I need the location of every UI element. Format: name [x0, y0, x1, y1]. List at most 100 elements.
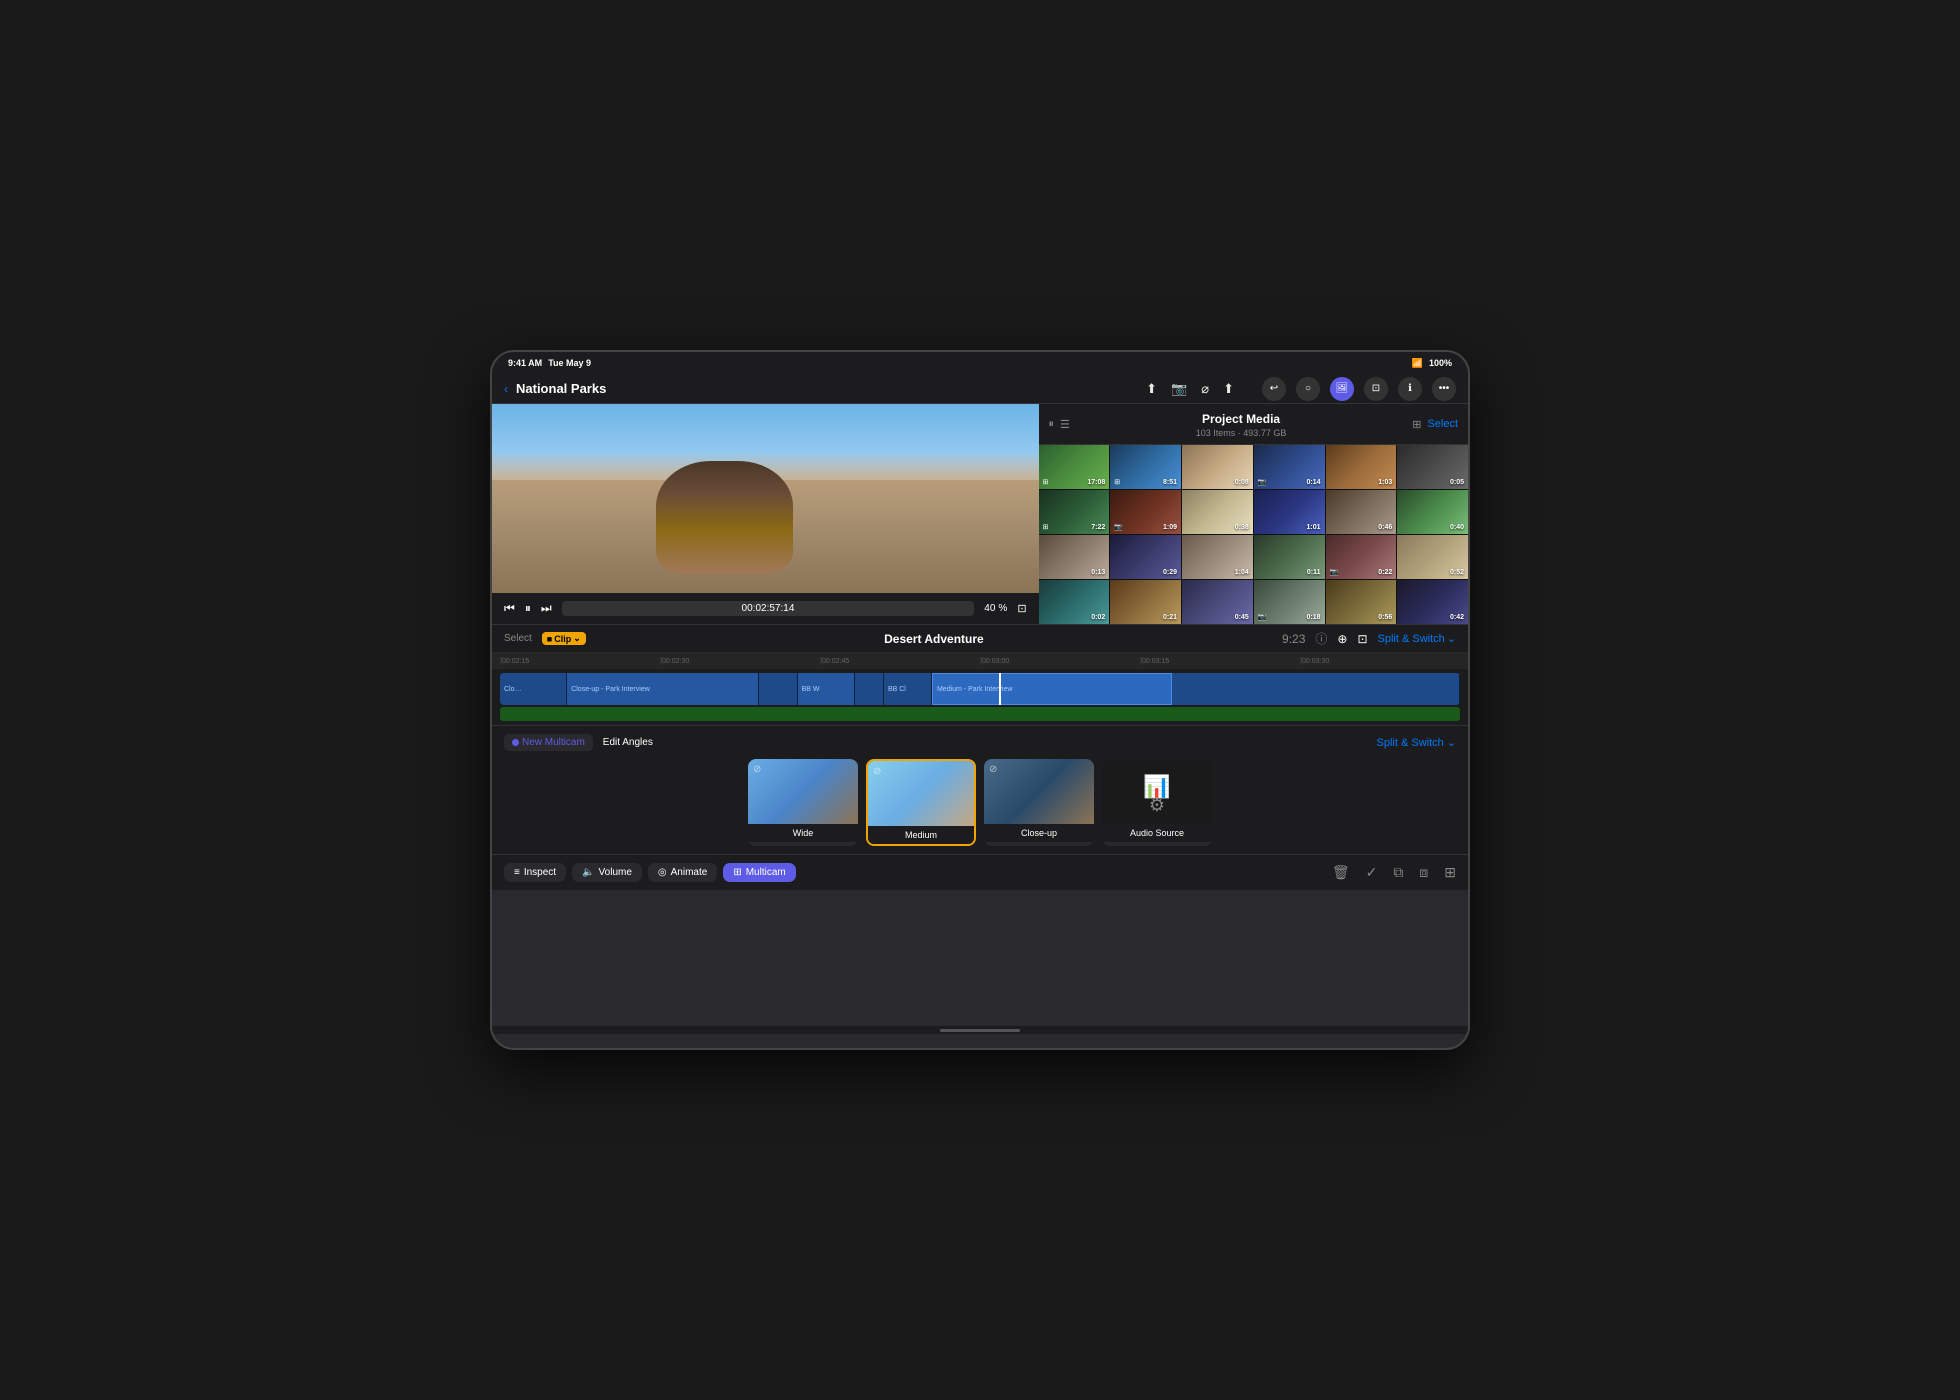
volume-icon: 🔈 [582, 867, 594, 878]
clip[interactable] [759, 673, 797, 705]
clip[interactable]: Close-up - Park Interview [567, 673, 759, 705]
inspect-label: Inspect [524, 867, 556, 878]
video-track[interactable]: Clo… Close-up - Park Interview BB W BB C… [500, 673, 1460, 705]
playhead[interactable] [999, 673, 1001, 705]
camera2-button[interactable]: ⊡ [1364, 377, 1388, 401]
layout1-button[interactable]: ⧉ [1393, 864, 1403, 881]
media-thumb[interactable]: 0:02 [1039, 580, 1110, 624]
angle-thumb-closeup: ⊘ [984, 759, 1094, 824]
timeline-tracks[interactable]: Clo… Close-up - Park Interview BB W BB C… [492, 669, 1468, 725]
select-button[interactable]: Select [1427, 418, 1458, 430]
split-switch-button[interactable]: Split & Switch ⌄ [1377, 736, 1456, 749]
media-thumb[interactable]: 0:42 [1397, 580, 1468, 624]
media-thumb[interactable]: 0:29 [1110, 535, 1181, 579]
angle-wide[interactable]: ⊘ Wide [748, 759, 858, 846]
media-thumb[interactable]: 1:01 [1254, 490, 1325, 534]
media-thumb[interactable]: 0:40 [1397, 490, 1468, 534]
cam-icon: 📷 [1330, 568, 1339, 576]
play-pause-button[interactable]: ⏸ [525, 601, 531, 616]
animate-button[interactable]: ◎ Animate [648, 863, 717, 882]
media-thumb[interactable]: ⊞ 7:22 [1039, 490, 1110, 534]
angle-audio[interactable]: 📊 ⚙ Audio Source [1102, 759, 1212, 846]
media-thumb[interactable]: 📷 1:09 [1110, 490, 1181, 534]
clip[interactable]: Clo… [500, 673, 567, 705]
media-thumb[interactable]: ⊞ 17:08 [1039, 445, 1110, 489]
media-thumb[interactable]: 0:08 [1182, 445, 1253, 489]
delete-button[interactable]: 🗑 [1332, 864, 1350, 881]
multicam-button[interactable]: ⊞ Multicam [723, 863, 795, 882]
media-thumb[interactable]: 1:04 [1182, 535, 1253, 579]
media-thumb[interactable]: 📷 0:14 [1254, 445, 1325, 489]
media-thumb[interactable]: 0:45 [1182, 580, 1253, 624]
media-title: Project Media [1202, 412, 1280, 426]
rewind-button[interactable]: ⏮ [504, 601, 515, 616]
timeline-ruler: 00:02:15 00:02:30 00:02:45 00:03:00 00:0… [492, 653, 1468, 669]
photos-button[interactable]: 🖼 [1330, 377, 1354, 401]
media-thumb[interactable]: ⊞ 8:51 [1110, 445, 1181, 489]
info-icon[interactable]: ⓘ [1315, 630, 1327, 647]
trim-icon[interactable]: ⊡ [1357, 632, 1367, 646]
media-thumb[interactable]: 📷 0:22 [1326, 535, 1397, 579]
export-button[interactable]: ⬆ [1146, 381, 1157, 397]
share-button[interactable]: ⬆ [1223, 381, 1234, 397]
media-thumb[interactable]: 0:52 [1397, 535, 1468, 579]
angle-thumb-medium: ⊘ [868, 761, 974, 826]
status-left: 9:41 AM Tue May 9 [508, 358, 591, 368]
ruler-mark: 00:03:15 [1140, 658, 1300, 665]
back-button[interactable]: ‹ [504, 382, 508, 396]
clip[interactable] [855, 673, 884, 705]
undo-button[interactable]: ○ [1296, 377, 1320, 401]
new-multicam-button[interactable]: New Multicam [504, 734, 593, 751]
video-preview[interactable]: ⏮ ⏸ ⏭ 00:02:57:14 40 % ⊡ [492, 404, 1039, 624]
media-thumb[interactable]: 0:38 [1182, 490, 1253, 534]
multicam-section: New Multicam Edit Angles Split & Switch … [492, 725, 1468, 854]
ruler-mark: 00:03:00 [980, 658, 1140, 665]
clip[interactable] [1172, 673, 1460, 705]
selected-clip[interactable]: Medium - Park Interview [932, 673, 1172, 705]
media-thumb[interactable]: 1:03 [1326, 445, 1397, 489]
checkmark-button[interactable]: ✓ [1366, 864, 1378, 881]
grid-view-button[interactable]: ⊞ [1412, 418, 1421, 431]
fit-button[interactable]: ⊡ [1017, 602, 1026, 615]
media-thumb[interactable]: 0:46 [1326, 490, 1397, 534]
clip[interactable]: BB Cl [884, 673, 932, 705]
fast-forward-button[interactable]: ⏭ [541, 601, 552, 616]
audio-track [500, 707, 1460, 721]
clip-label-text: BB Cl [888, 686, 906, 693]
duration-label: 0:29 [1163, 569, 1177, 576]
media-thumb[interactable]: 0:05 [1397, 445, 1468, 489]
timeline-section: Select ■ Clip ⌄ Desert Adventure 9:23 ⓘ … [492, 624, 1468, 725]
volume-button[interactable]: 🔈 Volume [572, 863, 642, 882]
clip[interactable]: BB W [798, 673, 856, 705]
ipad-frame: 9:41 AM Tue May 9 📶 100% ‹ National Park… [490, 350, 1470, 1050]
media-thumb[interactable]: 📷 0:18 [1254, 580, 1325, 624]
angle-medium[interactable]: ⊘ Medium [866, 759, 976, 846]
angle-closeup[interactable]: ⊘ Close-up [984, 759, 1094, 846]
voiceover-button[interactable]: ⌀ [1201, 381, 1209, 397]
disabled-cam-icon: ⊘ [753, 764, 761, 775]
media-grid: ⊞ 17:08 ⊞ 8:51 0:08 📷 0:14 [1039, 445, 1468, 624]
layout2-button[interactable]: ⧈ [1419, 864, 1428, 881]
more-button[interactable]: ••• [1432, 377, 1456, 401]
inspect-button[interactable]: ≡ Inspect [504, 863, 566, 882]
duration-label: 17:08 [1087, 479, 1105, 486]
options-button[interactable]: Split & Switch ⌄ [1378, 632, 1456, 645]
duration-label: 0:05 [1450, 479, 1464, 486]
media-thumb[interactable]: 0:13 [1039, 535, 1110, 579]
magic-icon[interactable]: ⊕ [1337, 632, 1347, 646]
layout3-button[interactable]: ⊞ [1444, 864, 1456, 881]
camera-add-button[interactable]: 📷 [1171, 381, 1187, 397]
multicam-icon: ⊞ [733, 867, 741, 878]
duration-label: 0:56 [1378, 614, 1392, 621]
media-thumb[interactable]: 0:21 [1110, 580, 1181, 624]
duration-label: 0:11 [1307, 569, 1321, 576]
media-thumb[interactable]: 0:11 [1254, 535, 1325, 579]
angle-label-closeup: Close-up [984, 824, 1094, 842]
duration-label: 0:21 [1163, 614, 1177, 621]
edit-angles-button[interactable]: Edit Angles [603, 737, 653, 748]
select-label: Select [504, 633, 532, 644]
media-thumb[interactable]: 0:56 [1326, 580, 1397, 624]
history-button[interactable]: ↩ [1262, 377, 1286, 401]
ruler-mark: 00:02:30 [660, 658, 820, 665]
info-button[interactable]: ℹ [1398, 377, 1422, 401]
